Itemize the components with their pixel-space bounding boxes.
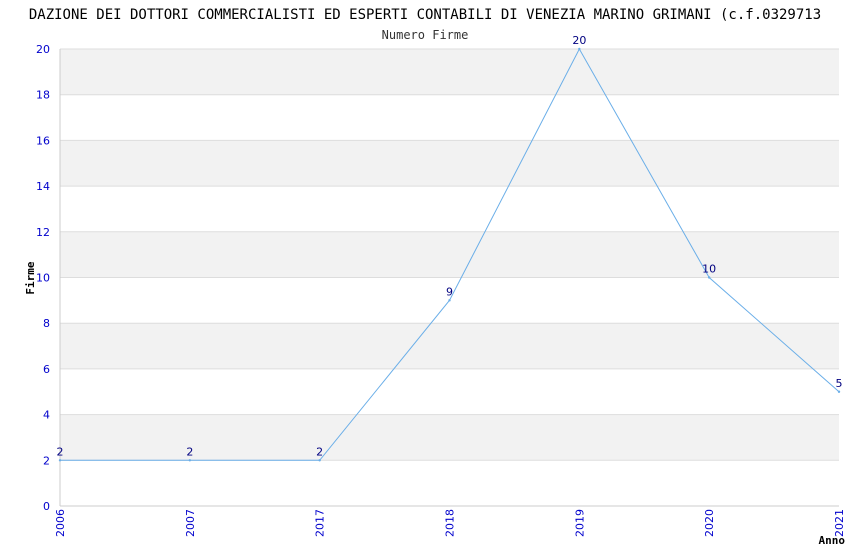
x-tick-label: 2021	[833, 509, 846, 537]
y-tick-label: 4	[43, 409, 50, 422]
x-tick-label: 2006	[54, 509, 67, 537]
y-tick-label: 16	[36, 134, 50, 147]
x-tick-label: 2020	[703, 509, 716, 537]
data-label: 2	[186, 445, 193, 458]
data-point	[707, 276, 711, 279]
data-label: 10	[702, 263, 716, 276]
data-label: 2	[57, 445, 64, 458]
y-tick-label: 0	[43, 500, 50, 513]
y-tick-label: 10	[36, 272, 50, 285]
data-label: 9	[446, 285, 453, 298]
y-tick-label: 14	[36, 180, 50, 193]
data-label: 5	[836, 377, 843, 390]
data-point	[578, 47, 581, 51]
y-tick-label: 12	[36, 226, 50, 239]
y-tick-label: 8	[43, 317, 50, 330]
y-tick-label: 18	[36, 89, 50, 102]
plot-band	[60, 49, 839, 95]
plot-band	[60, 414, 839, 461]
plot-bands	[60, 49, 839, 461]
x-tick-label: 2019	[573, 509, 586, 537]
chart-subtitle: Numero Firme	[382, 28, 469, 42]
x-axis-label: Anno	[819, 534, 846, 547]
data-point	[188, 459, 192, 462]
data-point	[448, 299, 451, 302]
chart-title: DAZIONE DEI DOTTORI COMMERCIALISTI ED ES…	[29, 7, 821, 23]
data-label: 20	[572, 34, 586, 47]
plot-band	[60, 323, 839, 369]
x-tick-labels: 2006 2007 2017 2018 2019 2020 2021	[54, 509, 846, 537]
x-tick-label: 2007	[184, 509, 197, 537]
line-chart: DAZIONE DEI DOTTORI COMMERCIALISTI ED ES…	[24, 7, 846, 547]
y-tick-labels: 0 2 4 6 8 10 12 14 16 18 20	[36, 43, 50, 513]
plot-band	[60, 231, 839, 278]
y-axis-label: Firme	[24, 261, 37, 294]
data-point	[318, 459, 321, 462]
plot-band	[60, 140, 839, 187]
data-label: 2	[316, 445, 323, 458]
y-tick-label: 2	[43, 454, 50, 467]
data-point	[837, 390, 841, 393]
data-point	[58, 459, 62, 462]
x-tick-label: 2018	[444, 509, 457, 537]
y-tick-label: 6	[43, 363, 50, 376]
x-tick-label: 2017	[314, 509, 327, 537]
y-tick-label: 20	[36, 43, 50, 56]
